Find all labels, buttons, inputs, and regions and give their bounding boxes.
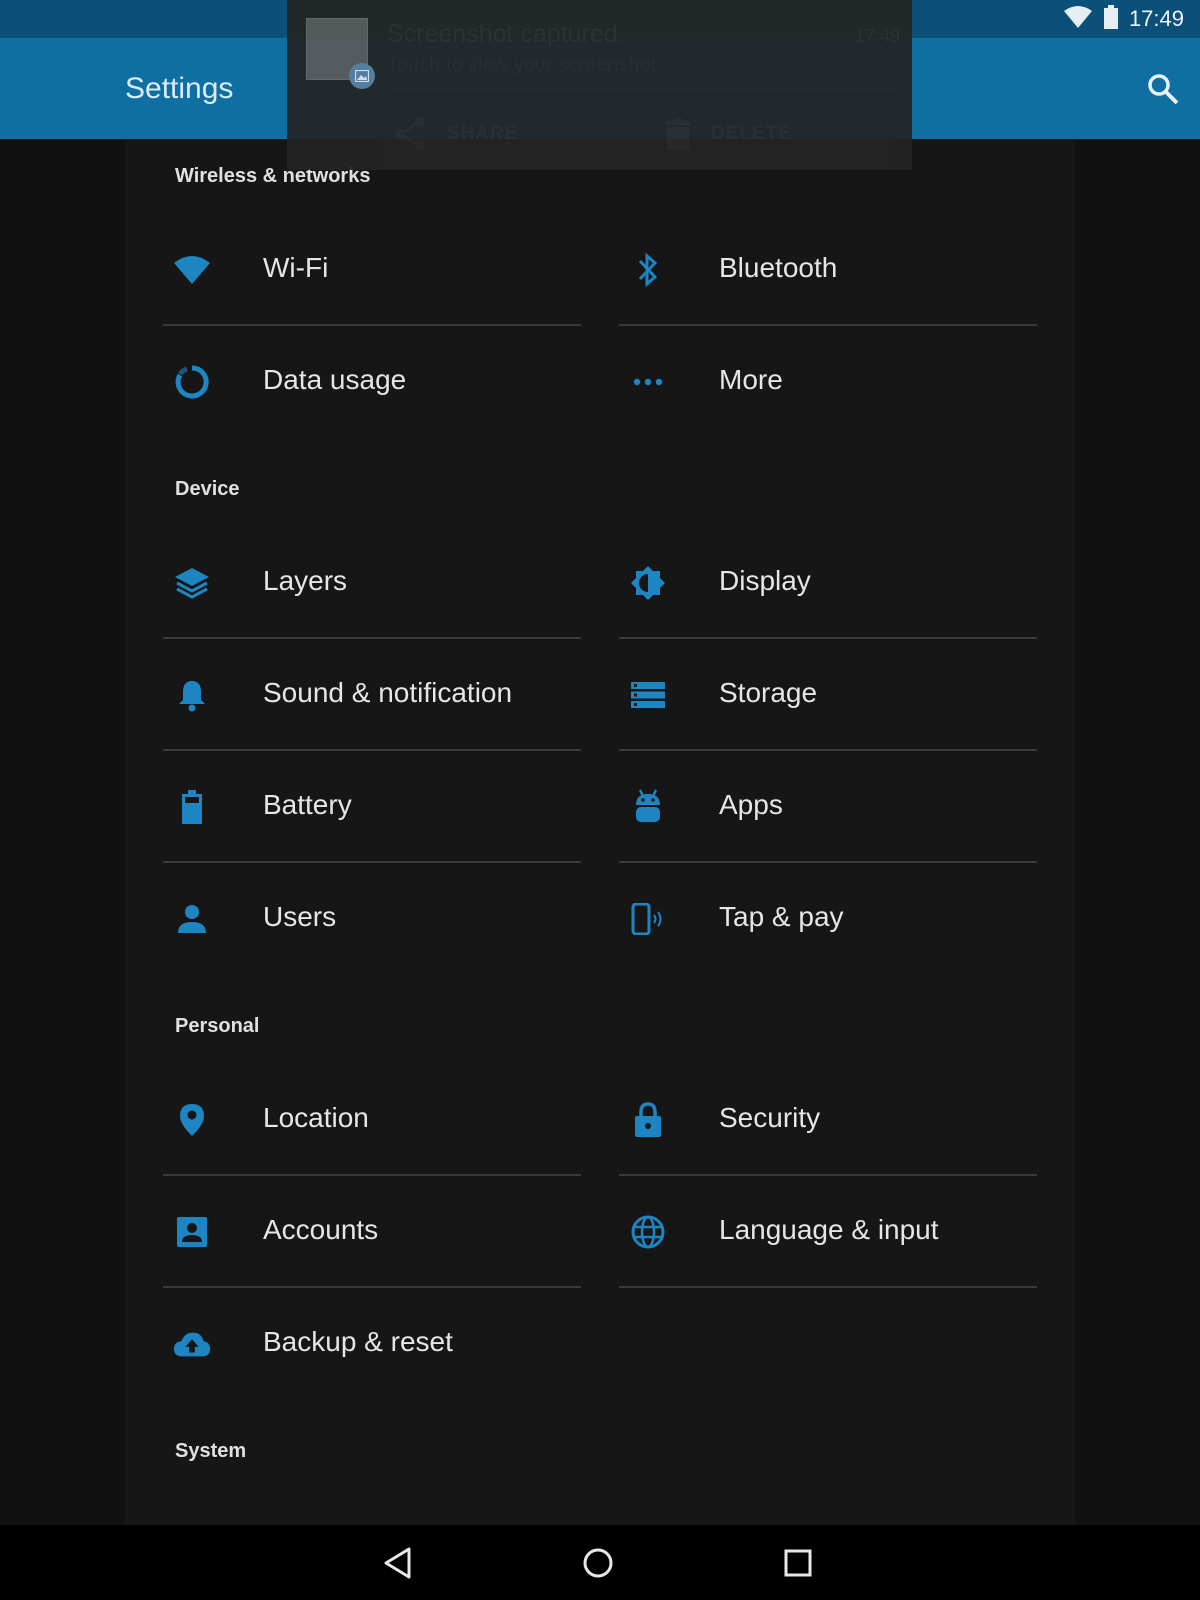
trash-icon (665, 118, 691, 150)
setting-label: More (719, 364, 783, 395)
share-icon (395, 117, 425, 151)
setting-label: Security (719, 1102, 821, 1133)
battery-setting-icon (173, 788, 211, 826)
setting-sound-notification[interactable]: Sound & notification (163, 639, 581, 751)
home-button[interactable] (574, 1539, 622, 1587)
setting-accounts[interactable]: Accounts (163, 1176, 581, 1288)
wifi-icon (173, 251, 211, 289)
user-icon (173, 900, 211, 938)
globe-icon (629, 1213, 667, 1251)
bluetooth-icon (629, 251, 667, 289)
setting-label: Display (719, 565, 811, 596)
setting-label: Apps (719, 789, 783, 820)
setting-label: Wi-Fi (263, 252, 329, 283)
setting-label: Data usage (263, 364, 407, 395)
bell-icon (173, 676, 211, 714)
setting-label: Tap & pay (719, 901, 844, 932)
share-button[interactable]: SHARE (393, 116, 519, 152)
setting-backup-reset[interactable]: Backup & reset (163, 1288, 581, 1400)
account-box-icon (173, 1213, 211, 1251)
setting-label: Layers (263, 565, 348, 596)
section-header: Personal (175, 1015, 260, 1037)
screenshot-notification[interactable]: Screenshot captured. Touch to view your … (287, 0, 912, 170)
setting-data-usage[interactable]: Data usage (163, 326, 581, 438)
setting-more[interactable]: More (619, 326, 1037, 438)
setting-label: Bluetooth (719, 252, 838, 283)
wifi-signal-icon (1063, 5, 1093, 34)
settings-content: Wireless & networks Wi-Fi Bluetooth Data… (125, 139, 1075, 1525)
section-system: System (125, 1414, 1075, 1525)
setting-label: Storage (719, 677, 818, 708)
page-title: Settings (125, 72, 234, 105)
section-wireless: Wireless & networks Wi-Fi Bluetooth Data… (125, 139, 1075, 439)
home-icon (583, 1548, 613, 1578)
section-header: System (175, 1440, 247, 1462)
setting-label: Accounts (263, 1214, 379, 1245)
notification-title: Screenshot captured. (387, 20, 625, 48)
section-personal: Personal Location Security Accounts Lang… (125, 989, 1075, 1401)
recents-icon (784, 1549, 812, 1577)
setting-tap-pay[interactable]: Tap & pay (619, 863, 1037, 975)
share-label: SHARE (447, 123, 519, 144)
image-icon (349, 63, 375, 89)
layers-icon (173, 564, 211, 602)
setting-label: Users (263, 901, 337, 932)
data-usage-icon (173, 363, 211, 401)
tap-pay-icon (629, 900, 667, 938)
setting-display[interactable]: Display (619, 527, 1037, 639)
status-time: 17:49 (1128, 6, 1184, 31)
section-header: Device (175, 478, 240, 500)
divider (619, 1286, 1037, 1288)
delete-button[interactable]: DELETE (665, 116, 792, 152)
setting-layers[interactable]: Layers (163, 527, 581, 639)
setting-label: Sound & notification (263, 677, 513, 708)
back-icon (384, 1547, 411, 1579)
setting-label: Backup & reset (263, 1326, 453, 1357)
battery-icon (1103, 4, 1119, 34)
setting-storage[interactable]: Storage (619, 639, 1037, 751)
setting-apps[interactable]: Apps (619, 751, 1037, 863)
section-device: Device Layers Display Sound & notificati… (125, 452, 1075, 976)
location-pin-icon (173, 1101, 211, 1139)
more-dots-icon (629, 363, 667, 401)
storage-icon (629, 676, 667, 714)
notification-subtitle: Touch to view your screenshot. (387, 54, 662, 76)
delete-label: DELETE (711, 123, 792, 144)
setting-label: Location (263, 1102, 369, 1133)
setting-users[interactable]: Users (163, 863, 581, 975)
setting-location[interactable]: Location (163, 1064, 581, 1176)
setting-wifi[interactable]: Wi-Fi (163, 214, 581, 326)
setting-security[interactable]: Security (619, 1064, 1037, 1176)
navigation-bar (0, 1525, 1200, 1600)
setting-label: Battery (263, 789, 352, 820)
setting-label: Language & input (719, 1214, 939, 1245)
cloud-upload-icon (173, 1325, 211, 1363)
setting-language-input[interactable]: Language & input (619, 1176, 1037, 1288)
search-icon (1148, 74, 1179, 105)
lock-icon (629, 1101, 667, 1139)
recents-button[interactable] (774, 1539, 822, 1587)
search-button[interactable] (1146, 72, 1180, 106)
brightness-icon (629, 564, 667, 602)
back-button[interactable] (374, 1539, 422, 1587)
divider (387, 94, 897, 95)
setting-battery[interactable]: Battery (163, 751, 581, 863)
android-icon (629, 788, 667, 826)
setting-bluetooth[interactable]: Bluetooth (619, 214, 1037, 326)
notification-time: 17:49 (854, 26, 900, 46)
status-icons: 17:49 (1063, 0, 1184, 38)
